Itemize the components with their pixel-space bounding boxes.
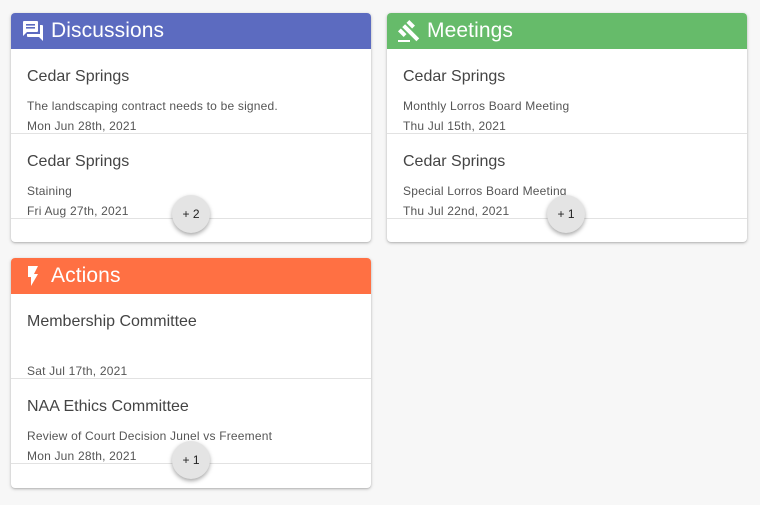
item-title: NAA Ethics Committee — [27, 398, 189, 415]
discussion-item[interactable]: Cedar Springs The landscaping contract n… — [11, 49, 371, 134]
item-title: Cedar Springs — [403, 153, 506, 170]
item-title: Cedar Springs — [27, 153, 130, 170]
meetings-card: Meetings Cedar Springs Monthly Lorros Bo… — [387, 13, 747, 242]
item-description: Review of Court Decision Junel vs Freeme… — [27, 429, 273, 443]
item-description: Special Lorros Board Meeting — [403, 184, 567, 198]
more-meetings-button[interactable]: + 1 — [547, 195, 585, 233]
meetings-title: Meetings — [427, 19, 514, 42]
item-title: Cedar Springs — [27, 68, 130, 85]
actions-card: Actions Membership Committee Sat Jul 17t… — [11, 258, 371, 488]
item-date: Sat Jul 17th, 2021 — [27, 364, 128, 378]
item-title: Membership Committee — [27, 313, 197, 330]
lightning-bolt-icon — [21, 264, 45, 288]
item-date: Thu Jul 22nd, 2021 — [403, 204, 510, 218]
meeting-item[interactable]: Cedar Springs Monthly Lorros Board Meeti… — [387, 49, 747, 134]
discussions-header: Discussions — [11, 13, 371, 49]
meetings-header: Meetings — [387, 13, 747, 49]
more-actions-button[interactable]: + 1 — [172, 441, 210, 479]
item-title: Cedar Springs — [403, 68, 506, 85]
gavel-icon — [397, 19, 421, 43]
discussions-title: Discussions — [51, 19, 165, 42]
item-date: Fri Aug 27th, 2021 — [27, 204, 129, 218]
item-description: Monthly Lorros Board Meeting — [403, 99, 570, 113]
item-date: Mon Jun 28th, 2021 — [27, 449, 137, 463]
forum-icon — [21, 19, 45, 43]
item-date: Thu Jul 15th, 2021 — [403, 119, 507, 133]
actions-title: Actions — [51, 264, 121, 287]
discussions-card: Discussions Cedar Springs The landscapin… — [11, 13, 371, 242]
item-description: Staining — [27, 184, 72, 198]
item-date: Mon Jun 28th, 2021 — [27, 119, 137, 133]
more-discussions-button[interactable]: + 2 — [172, 195, 210, 233]
item-description: The landscaping contract needs to be sig… — [27, 99, 278, 113]
action-item[interactable]: Membership Committee Sat Jul 17th, 2021 — [11, 294, 371, 379]
actions-header: Actions — [11, 258, 371, 294]
